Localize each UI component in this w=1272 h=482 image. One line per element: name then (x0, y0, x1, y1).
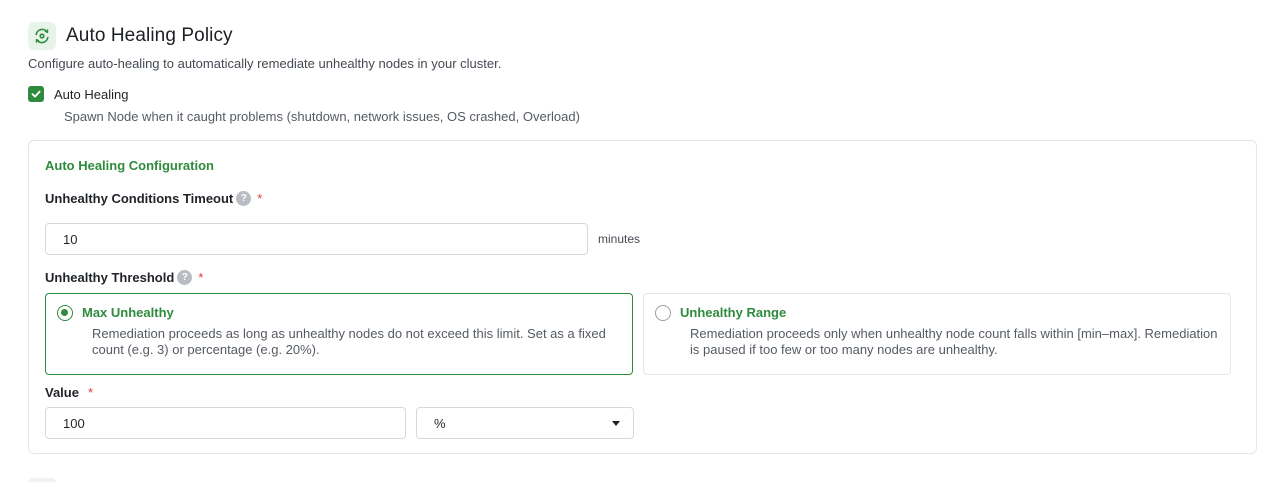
timeout-label-text: Unhealthy Conditions Timeout (45, 191, 234, 206)
radio-selected-icon[interactable] (57, 305, 73, 321)
threshold-label-text: Unhealthy Threshold (45, 270, 175, 285)
page-subtitle: Configure auto-healing to automatically … (28, 56, 502, 71)
value-label-text: Value (45, 385, 79, 400)
auto-healing-toggle[interactable]: Auto Healing (28, 86, 128, 102)
required-marker: * (257, 191, 263, 206)
radio-unselected-icon[interactable] (655, 305, 671, 321)
help-icon[interactable]: ? (236, 191, 252, 206)
timeout-field-label: Unhealthy Conditions Timeout ? * (45, 191, 262, 206)
timeout-input[interactable]: 10 (45, 223, 588, 255)
help-icon[interactable]: ? (177, 270, 193, 285)
page-header: Auto Healing Policy (28, 22, 233, 50)
value-unit-selected: % (434, 415, 446, 431)
chevron-down-icon (612, 421, 620, 426)
required-marker: * (87, 385, 94, 400)
option-description: Remediation proceeds as long as unhealth… (92, 326, 606, 357)
threshold-option-unhealthy-range[interactable]: Unhealthy Range Remediation proceeds onl… (643, 293, 1231, 375)
option-description: Remediation proceeds only when unhealthy… (690, 326, 1218, 357)
page-title: Auto Healing Policy (66, 25, 233, 46)
auto-healing-config-panel: Auto Healing Configuration Unhealthy Con… (28, 140, 1257, 454)
option-title: Unhealthy Range (680, 305, 787, 320)
next-section-icon (28, 478, 56, 482)
option-title: Max Unhealthy (82, 305, 174, 320)
auto-healing-description: Spawn Node when it caught problems (shut… (64, 109, 580, 124)
auto-healing-checkbox[interactable] (28, 86, 44, 102)
check-icon (31, 90, 41, 98)
heal-cycle-icon (28, 22, 56, 50)
value-unit-select[interactable]: % (416, 407, 634, 439)
required-marker: * (198, 270, 204, 285)
threshold-field-label: Unhealthy Threshold ? * (45, 270, 203, 285)
threshold-option-max-unhealthy[interactable]: Max Unhealthy Remediation proceeds as lo… (45, 293, 633, 375)
config-section-title: Auto Healing Configuration (45, 158, 214, 173)
auto-healing-label: Auto Healing (54, 86, 129, 102)
value-field-label: Value * (45, 385, 93, 400)
value-input[interactable]: 100 (45, 407, 406, 439)
timeout-unit: minutes (598, 232, 641, 246)
